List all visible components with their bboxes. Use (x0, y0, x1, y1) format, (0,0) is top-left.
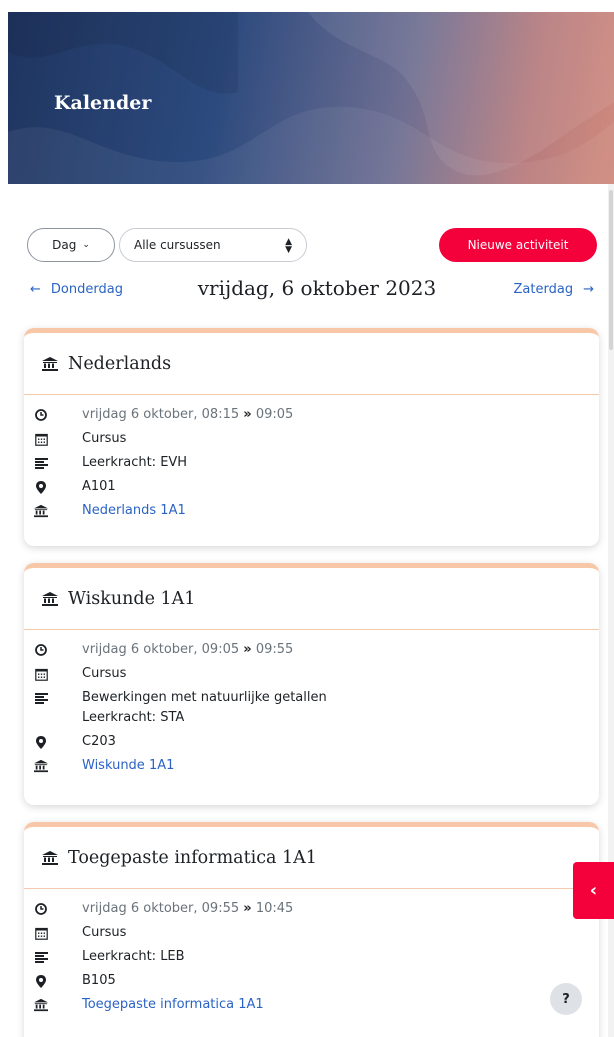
course-bank-icon (42, 850, 58, 865)
event-location-row: B105 (24, 973, 599, 989)
view-mode-label: Dag (52, 238, 77, 252)
chevron-down-icon: ⌄ (82, 240, 90, 250)
course-bank-icon (34, 504, 48, 518)
chevron-left-icon: ‹ (589, 880, 598, 901)
previous-day-label: Donderdag (50, 282, 123, 297)
course-bank-icon (34, 998, 48, 1012)
clock-icon (34, 643, 48, 657)
event-description-row: Bewerkingen met natuurlijke getallen Lee… (24, 690, 599, 726)
open-drawer-button[interactable]: ‹ (573, 862, 614, 919)
event-details: vrijdag 6 oktober, 09:05 » 09:55 Cursus … (24, 630, 599, 774)
event-description-row: Leerkracht: LEB (24, 949, 599, 965)
view-mode-dropdown[interactable]: Dag ⌄ (27, 228, 115, 262)
event-location: A101 (82, 479, 116, 494)
event-course-link[interactable]: Nederlands 1A1 (82, 503, 186, 518)
align-left-icon (34, 950, 48, 964)
event-details: vrijdag 6 oktober, 09:55 » 10:45 Cursus … (24, 889, 599, 1013)
event-time-start: vrijdag 6 oktober, 09:55 (82, 901, 240, 916)
calendar-icon (34, 432, 48, 446)
event-card-header: Nederlands (24, 333, 599, 395)
align-left-icon (34, 456, 48, 470)
course-bank-icon (34, 759, 48, 773)
page-title: Kalender (54, 92, 152, 114)
clock-icon (34, 902, 48, 916)
clock-icon (34, 408, 48, 422)
calendar-icon (34, 926, 48, 940)
event-course-link[interactable]: Wiskunde 1A1 (82, 758, 174, 773)
event-time-row: vrijdag 6 oktober, 08:15 » 09:05 (24, 407, 599, 423)
event-time-end: 09:05 (255, 407, 294, 422)
event-location: C203 (82, 734, 116, 749)
event-card-header: Toegepaste informatica 1A1 (24, 827, 599, 889)
event-location-row: C203 (24, 734, 599, 750)
day-title: vrijdag, 6 oktober 2023 (197, 276, 437, 300)
arrow-left-icon: ← (30, 282, 41, 297)
map-marker-icon (34, 735, 48, 749)
event-description-row: Leerkracht: EVH (24, 455, 599, 471)
calendar-toolbar: Dag ⌄ Alle cursussen ▲ ▼ Nieuwe activitei… (27, 228, 597, 262)
event-time-separator: » (243, 407, 252, 422)
event-description: Bewerkingen met natuurlijke getallen Lee… (82, 690, 599, 726)
event-details: vrijdag 6 oktober, 08:15 » 09:05 Cursus … (24, 395, 599, 519)
event-teacher-line: Leerkracht: STA (82, 710, 185, 725)
calendar-icon (34, 667, 48, 681)
event-type-row: Cursus (24, 431, 599, 447)
event-type: Cursus (82, 431, 127, 446)
scrollbar-thumb[interactable] (609, 190, 613, 350)
event-title[interactable]: Nederlands (68, 354, 171, 374)
next-day-label: Zaterdag (513, 282, 574, 297)
event-title[interactable]: Wiskunde 1A1 (68, 589, 195, 609)
event-type: Cursus (82, 925, 127, 940)
event-location-row: A101 (24, 479, 599, 495)
event-card: Toegepaste informatica 1A1 vrijdag 6 okt… (24, 822, 599, 1037)
event-time-row: vrijdag 6 oktober, 09:55 » 10:45 (24, 901, 599, 917)
select-arrows-icon: ▲ ▼ (285, 237, 292, 255)
map-marker-icon (34, 480, 48, 494)
course-filter-select[interactable]: Alle cursussen ▲ ▼ (119, 228, 307, 262)
event-card: Nederlands vrijdag 6 oktober, 08:15 » 09… (24, 328, 599, 546)
course-bank-icon (42, 356, 58, 371)
event-time-end: 10:45 (255, 901, 294, 916)
event-time-separator: » (243, 642, 252, 657)
event-type-row: Cursus (24, 925, 599, 941)
align-left-icon (34, 691, 48, 705)
event-title[interactable]: Toegepaste informatica 1A1 (68, 848, 317, 868)
new-event-button[interactable]: Nieuwe activiteit (439, 228, 597, 262)
event-time-end: 09:55 (255, 642, 294, 657)
course-filter-value: Alle cursussen (134, 238, 221, 252)
event-description-line: Bewerkingen met natuurlijke getallen (82, 690, 327, 705)
map-marker-icon (34, 974, 48, 988)
event-course-link[interactable]: Toegepaste informatica 1A1 (82, 997, 264, 1012)
event-time-start: vrijdag 6 oktober, 08:15 (82, 407, 240, 422)
event-time-start: vrijdag 6 oktober, 09:05 (82, 642, 240, 657)
event-description: Leerkracht: EVH (82, 455, 188, 470)
help-button[interactable]: ? (550, 983, 582, 1015)
next-day-link[interactable]: Zaterdag → (514, 282, 594, 297)
arrow-right-icon: → (583, 282, 594, 297)
event-course-row: Wiskunde 1A1 (24, 758, 599, 774)
event-time-row: vrijdag 6 oktober, 09:05 » 09:55 (24, 642, 599, 658)
event-card: Wiskunde 1A1 vrijdag 6 oktober, 09:05 » … (24, 563, 599, 805)
previous-day-link[interactable]: ← Donderdag (30, 282, 123, 297)
event-course-row: Nederlands 1A1 (24, 503, 599, 519)
event-type-row: Cursus (24, 666, 599, 682)
header-banner: Kalender (8, 12, 614, 184)
event-type: Cursus (82, 666, 127, 681)
event-card-header: Wiskunde 1A1 (24, 568, 599, 630)
day-navigation: ← Donderdag vrijdag, 6 oktober 2023 Zate… (27, 276, 597, 306)
course-bank-icon (42, 591, 58, 606)
event-course-row: Toegepaste informatica 1A1 (24, 997, 599, 1013)
event-description: Leerkracht: LEB (82, 949, 185, 964)
event-time-separator: » (243, 901, 252, 916)
event-location: B105 (82, 973, 116, 988)
